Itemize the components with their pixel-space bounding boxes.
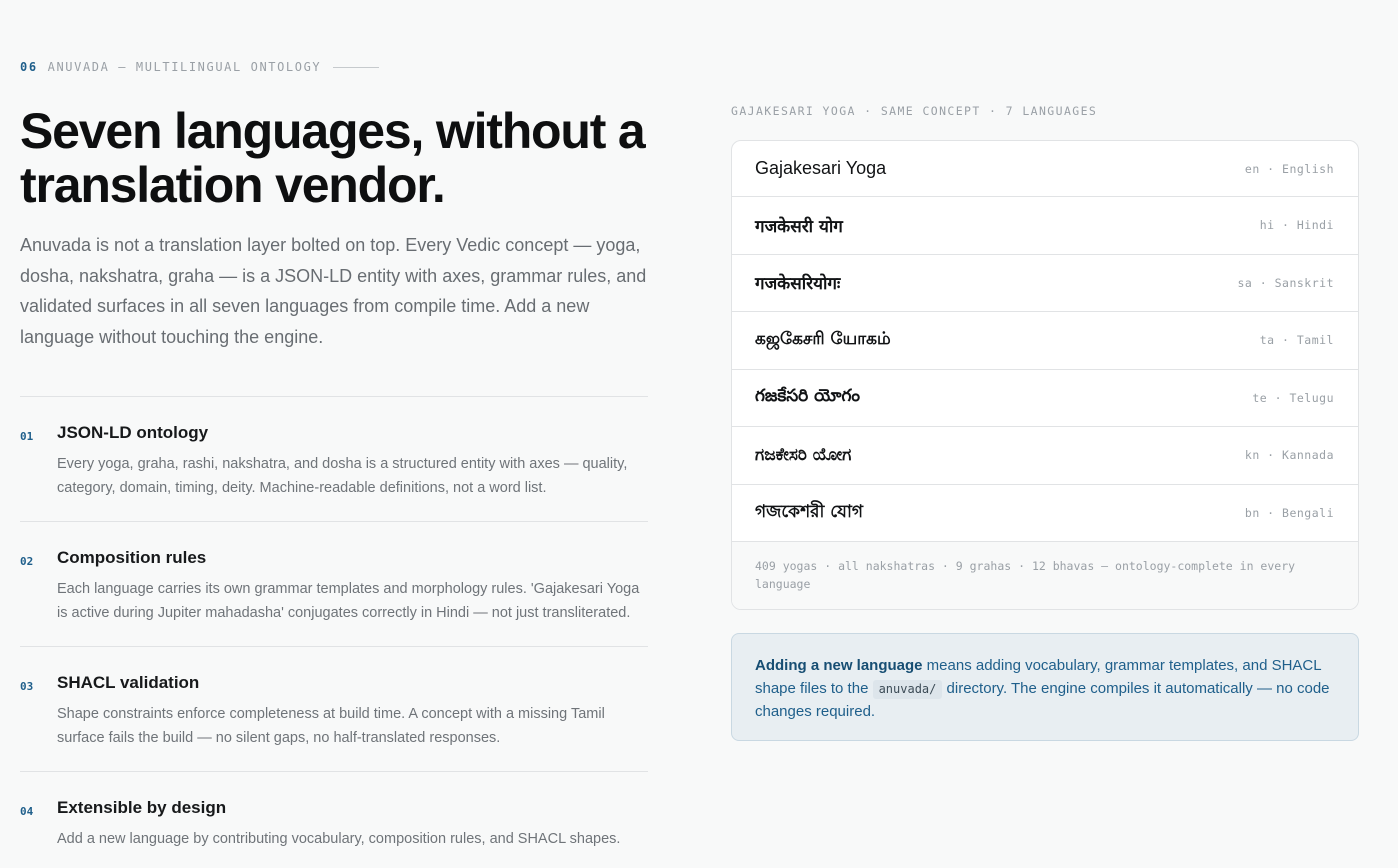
feature-list: 01 JSON-LD ontology Every yoga, graha, r… — [20, 396, 648, 868]
feature-number: 04 — [20, 805, 34, 818]
lede-paragraph: Anuvada is not a translation layer bolte… — [20, 235, 647, 347]
feature-title: Composition rules — [57, 548, 207, 567]
language-term: ಗಜಕೇಸರಿ ಯೋಗ — [755, 445, 852, 466]
language-row-en: Gajakesari Yoga en · English — [732, 141, 1358, 197]
language-row-bn: গজকেশরী যোগ bn · Bengali — [732, 485, 1358, 542]
language-code: sa · Sanskrit — [1237, 275, 1334, 290]
section-number: 06 — [20, 60, 38, 74]
feature-item: 02 Composition rules Each language carri… — [20, 521, 648, 646]
language-code: te · Telugu — [1252, 390, 1334, 405]
feature-title: JSON-LD ontology — [57, 423, 209, 442]
feature-description: Add a new language by contributing vocab… — [57, 831, 621, 847]
add-language-callout: Adding a new language means adding vocab… — [731, 633, 1359, 741]
language-term: गजकेसरी योग — [755, 216, 843, 237]
language-code: bn · Bengali — [1244, 505, 1334, 520]
feature-description: Shape constraints enforce completeness a… — [57, 706, 605, 746]
section-eyebrow-label: ANUVADA — MULTILINGUAL ONTOLOGY — [47, 60, 322, 74]
language-term: கஜகேசரி யோகம் — [755, 329, 891, 350]
language-term: గజకేసరి యోగం — [755, 385, 860, 406]
feature-number: 03 — [20, 680, 34, 693]
feature-number: 02 — [20, 555, 34, 568]
feature-description: Each language carries its own grammar te… — [57, 581, 640, 621]
language-term: Gajakesari Yoga — [755, 158, 887, 178]
language-code: en · English — [1244, 161, 1334, 176]
feature-number: 01 — [20, 430, 34, 443]
feature-title: Extensible by design — [57, 798, 227, 817]
language-card: Gajakesari Yoga en · English गजकेसरी योग… — [731, 140, 1359, 610]
language-term: গজকেশরী যোগ — [755, 501, 864, 522]
callout-code: anuvada/ — [872, 680, 943, 699]
feature-item: 03 SHACL validation Shape constraints en… — [20, 646, 648, 771]
language-row-te: గజకేసరి యోగం te · Telugu — [732, 370, 1358, 427]
feature-item: 04 Extensible by design Add a new langua… — [20, 771, 648, 868]
language-row-kn: ಗಜಕೇಸರಿ ಯೋಗ kn · Kannada — [732, 427, 1358, 485]
page-title: Seven languages, without a translation v… — [20, 103, 646, 213]
language-card-label: GAJAKESARI YOGA · SAME CONCEPT · 7 LANGU… — [731, 104, 1098, 118]
language-row-ta: கஜகேசரி யோகம் ta · Tamil — [732, 312, 1358, 370]
feature-item: 01 JSON-LD ontology Every yoga, graha, r… — [20, 396, 648, 521]
page: 06 ANUVADA — MULTILINGUAL ONTOLOGY Seven… — [0, 0, 1398, 868]
eyebrow-rule — [333, 66, 380, 68]
language-card-footer: 409 yogas · all nakshatras · 9 grahas · … — [732, 542, 1358, 609]
language-row-hi: गजकेसरी योग hi · Hindi — [732, 197, 1358, 255]
language-code: ta · Tamil — [1259, 333, 1334, 348]
language-term: गजकेसरियोगः — [755, 274, 841, 295]
language-row-sa: गजकेसरियोगः sa · Sanskrit — [732, 255, 1358, 312]
feature-description: Every yoga, graha, rashi, nakshatra, and… — [57, 456, 628, 496]
language-code: hi · Hindi — [1259, 218, 1334, 233]
callout-strong: Adding a new language — [755, 657, 923, 674]
feature-title: SHACL validation — [57, 673, 200, 692]
language-code: kn · Kannada — [1244, 448, 1334, 463]
section-eyebrow: 06 ANUVADA — MULTILINGUAL ONTOLOGY — [20, 60, 380, 74]
